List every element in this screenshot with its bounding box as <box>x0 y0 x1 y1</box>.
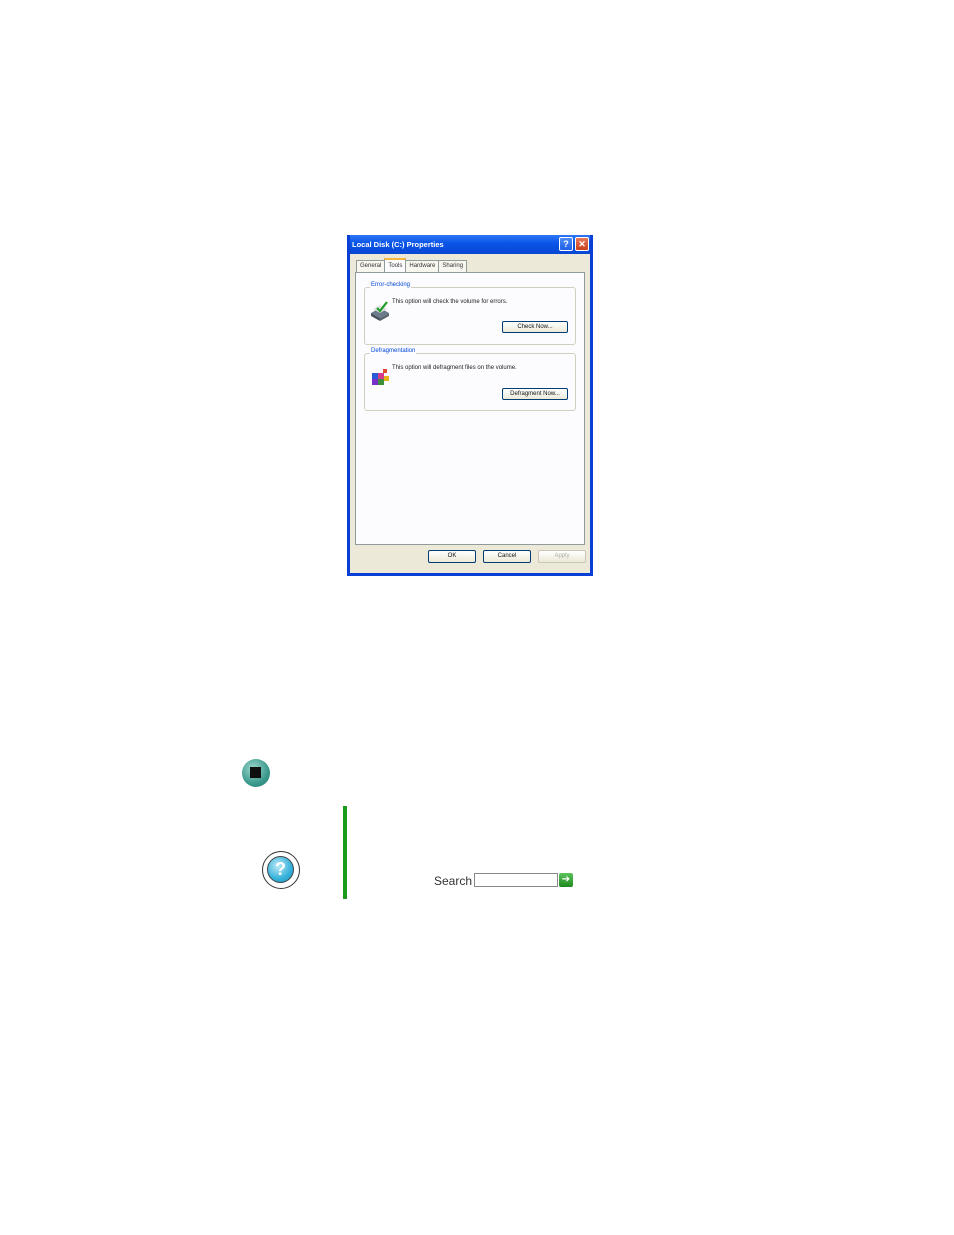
tools-panel: Error-checking This option will check th… <box>355 272 585 545</box>
error-checking-text: This option will check the volume for er… <box>392 299 508 305</box>
disk-check-icon <box>371 301 389 321</box>
cancel-button[interactable]: Cancel <box>483 550 531 563</box>
close-button[interactable]: ✕ <box>575 237 589 251</box>
tab-tools[interactable]: Tools <box>384 258 407 272</box>
defragmentation-label: Defragmentation <box>370 348 417 354</box>
help-question-icon: ? <box>262 851 300 889</box>
defragmentation-group: Defragmentation This option will defragm… <box>364 348 576 411</box>
dialog-client: General Tools Hardware Sharing Error-che… <box>350 254 590 573</box>
properties-dialog: Local Disk (C:) Properties ? ✕ General T… <box>347 235 593 576</box>
help-glyph: ? <box>267 856 294 883</box>
search-label: Search <box>434 874 473 888</box>
apply-button[interactable]: Apply <box>538 550 586 563</box>
tab-sharing[interactable]: Sharing <box>438 260 468 272</box>
tab-hardware[interactable]: Hardware <box>405 260 440 272</box>
check-now-button[interactable]: Check Now... <box>502 321 568 333</box>
help-button[interactable]: ? <box>559 237 573 251</box>
error-checking-group: Error-checking This option will check th… <box>364 282 576 345</box>
dialog-titlebar[interactable]: Local Disk (C:) Properties ? ✕ <box>350 235 590 254</box>
dialog-title: Local Disk (C:) Properties <box>352 240 444 249</box>
ok-button[interactable]: OK <box>428 550 476 563</box>
bullet-square <box>250 767 261 778</box>
defragment-now-button[interactable]: Defragment Now... <box>502 388 568 400</box>
tab-general[interactable]: General <box>356 260 386 272</box>
help-accent-bar <box>343 806 347 899</box>
error-checking-label: Error-checking <box>370 282 412 288</box>
go-arrow-icon[interactable]: ➔ <box>559 873 573 887</box>
defragment-icon <box>372 369 389 385</box>
defragmentation-text: This option will defragment files on the… <box>392 365 517 371</box>
stop-bullet-icon <box>242 759 270 787</box>
search-input[interactable] <box>474 873 558 887</box>
tab-strip: General Tools Hardware Sharing <box>356 258 468 272</box>
